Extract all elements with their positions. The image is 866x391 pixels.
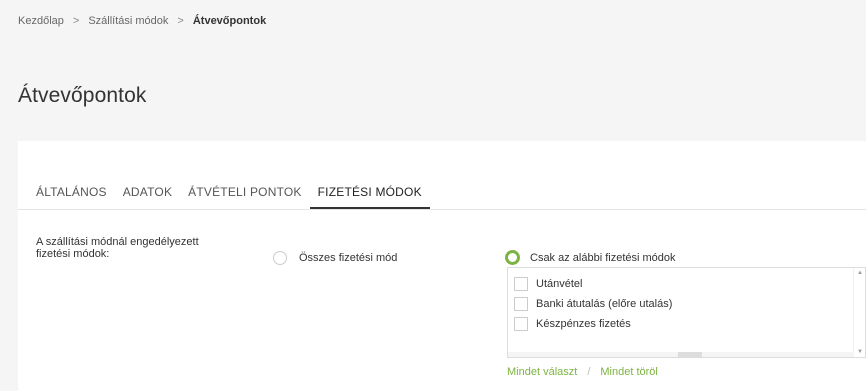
horizontal-scrollbar[interactable] — [508, 352, 854, 357]
scrollbar-thumb[interactable] — [678, 352, 702, 357]
list-item-label: Utánvétel — [536, 278, 583, 290]
radio-checked-icon[interactable] — [505, 250, 520, 265]
tab-general[interactable]: ÁLTALÁNOS — [18, 182, 115, 210]
radio-all-payment-methods[interactable]: Összes fizetési mód — [273, 251, 397, 265]
select-all-link[interactable]: Mindet választ — [507, 366, 577, 378]
tab-payment-methods[interactable]: FIZETÉSI MÓDOK — [309, 182, 430, 209]
payment-methods-list: Utánvétel Banki átutalás (előre utalás) … — [507, 267, 866, 358]
checkbox[interactable] — [514, 317, 528, 331]
list-item-label: Banki átutalás (előre utalás) — [536, 298, 673, 310]
tab-divider — [18, 209, 866, 210]
vertical-scrollbar[interactable]: ▲ ▼ — [853, 268, 865, 357]
breadcrumb: Kezdőlap > Szállítási módok > Átvevőpont… — [18, 15, 266, 27]
label-line-1: A szállítási módnál engedélyezett — [36, 236, 199, 248]
radio-unchecked-icon[interactable] — [273, 251, 287, 265]
payment-methods-label: A szállítási módnál engedélyezett fizeté… — [36, 236, 266, 260]
list-item-bank-transfer[interactable]: Banki átutalás (előre utalás) — [508, 294, 865, 314]
radio-all-label: Összes fizetési mód — [299, 252, 398, 264]
action-separator: / — [587, 366, 591, 378]
checkbox[interactable] — [514, 277, 528, 291]
tab-bar: ÁLTALÁNOS ADATOK ÁTVÉTELI PONTOK FIZETÉS… — [18, 182, 430, 210]
list-actions: Mindet választ / Mindet töröl — [507, 366, 658, 378]
breadcrumb-separator: > — [177, 15, 184, 27]
label-line-2: fizetési módok: — [36, 248, 110, 260]
list-item-cash[interactable]: Készpénzes fizetés — [508, 314, 865, 334]
breadcrumb-separator: > — [72, 15, 80, 27]
tab-data[interactable]: ADATOK — [115, 182, 180, 210]
clear-all-link[interactable]: Mindet töröl — [600, 366, 657, 378]
checkbox[interactable] — [514, 297, 528, 311]
breadcrumb-shipping-methods[interactable]: Szállítási módok — [88, 15, 168, 27]
breadcrumb-current: Átvevőpontok — [192, 15, 267, 27]
tab-pickup-points[interactable]: ÁTVÉTELI PONTOK — [180, 182, 309, 210]
list-item-label: Készpénzes fizetés — [536, 318, 631, 330]
page-title: Átvevőpontok — [18, 84, 147, 107]
scroll-up-icon[interactable]: ▲ — [857, 270, 863, 276]
radio-some-label: Csak az alábbi fizetési módok — [530, 251, 676, 264]
breadcrumb-home[interactable]: Kezdőlap — [18, 15, 64, 27]
scroll-down-icon[interactable]: ▼ — [857, 349, 863, 355]
list-item-cod[interactable]: Utánvétel — [508, 274, 865, 294]
radio-only-selected-methods[interactable]: Csak az alábbi fizetési módok — [505, 250, 676, 265]
